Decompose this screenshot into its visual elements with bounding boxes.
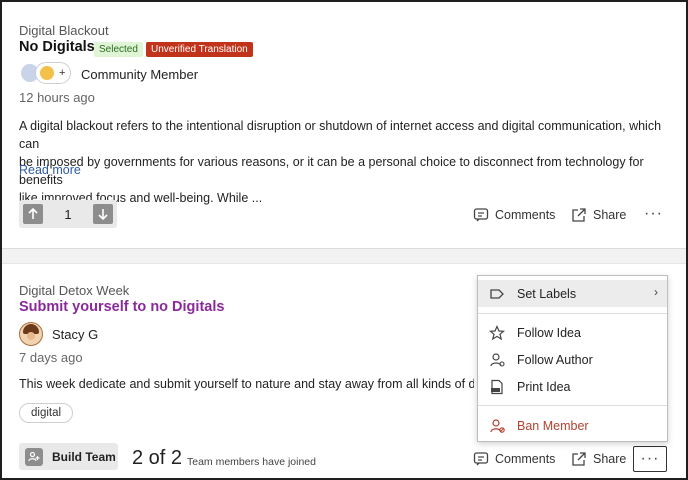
menu-divider: [478, 405, 667, 406]
share-label: Share: [593, 452, 627, 466]
build-team-button[interactable]: Build Team: [19, 443, 118, 470]
menu-item-label: Set Labels: [517, 286, 577, 301]
share-label: Share: [593, 208, 627, 222]
app-frame: Digital Blackout No Digitals Selected Un…: [0, 0, 688, 480]
chevron-right-icon: ›: [654, 285, 658, 299]
idea-body: A digital blackout refers to the intenti…: [19, 117, 669, 207]
menu-item-label: Follow Author: [517, 352, 593, 367]
vote-widget: 1: [19, 200, 117, 228]
follow-user-icon: [488, 351, 506, 369]
more-options-menu: Set Labels › Follow Idea Follow Author P…: [477, 275, 668, 442]
ban-user-icon: [488, 417, 506, 435]
upvote-button[interactable]: [23, 204, 43, 224]
team-count: 2 of 2: [132, 447, 183, 469]
idea-category[interactable]: Digital Blackout: [19, 23, 109, 38]
idea-title[interactable]: Submit yourself to no Digitals: [19, 299, 224, 315]
share-button[interactable]: Share: [571, 451, 626, 467]
menu-item-label: Print Idea: [517, 379, 571, 394]
author-row: Stacy G: [19, 322, 98, 346]
comment-icon: [473, 452, 489, 466]
menu-item-follow-author[interactable]: Follow Author: [478, 346, 667, 373]
more-options-button[interactable]: ···: [644, 205, 663, 223]
menu-item-set-labels[interactable]: Set Labels ›: [478, 280, 667, 307]
downvote-button[interactable]: [92, 204, 113, 224]
comments-button[interactable]: Comments: [473, 451, 555, 467]
tag-chip[interactable]: digital: [19, 403, 74, 423]
build-team-label: Build Team: [52, 449, 116, 464]
comment-icon: [473, 208, 489, 222]
idea-title[interactable]: No Digitals: [19, 39, 95, 55]
idea-body-line: be imposed by governments for various re…: [19, 155, 644, 187]
star-icon: [488, 324, 506, 342]
comments-label: Comments: [495, 452, 556, 466]
avatar[interactable]: [19, 322, 43, 346]
idea-category[interactable]: Digital Detox Week: [19, 283, 129, 298]
menu-item-label: Follow Idea: [517, 325, 581, 340]
label-icon: [488, 285, 506, 303]
unverified-translation-badge: Unverified Translation: [146, 42, 253, 57]
avatar-group[interactable]: +: [19, 62, 73, 86]
reaction-pill[interactable]: +: [35, 62, 71, 84]
comments-button[interactable]: Comments: [473, 207, 555, 223]
read-more-link[interactable]: Read more: [19, 163, 81, 177]
share-button[interactable]: Share: [571, 207, 626, 223]
post-time: 12 hours ago: [19, 90, 95, 105]
author-row: + Community Member: [19, 62, 198, 86]
comments-label: Comments: [495, 208, 556, 222]
clap-icon: [40, 66, 54, 80]
team-status-text: Team members have joined: [187, 456, 316, 468]
more-options-button[interactable]: ···: [633, 446, 667, 472]
idea-card-1: Digital Blackout No Digitals Selected Un…: [2, 2, 686, 248]
plus-icon: +: [59, 67, 66, 79]
share-icon: [572, 208, 586, 222]
author-name[interactable]: Stacy G: [52, 327, 98, 342]
arrow-up-icon: [28, 208, 38, 219]
arrow-down-icon: [98, 209, 108, 220]
share-icon: [572, 452, 586, 466]
post-time: 7 days ago: [19, 350, 83, 365]
team-icon: [25, 447, 43, 466]
menu-divider: [478, 313, 667, 314]
author-name[interactable]: Community Member: [81, 67, 198, 82]
menu-item-ban-member[interactable]: Ban Member: [478, 412, 667, 439]
idea-body-line: A digital blackout refers to the intenti…: [19, 119, 662, 151]
idea-body: This week dedicate and submit yourself t…: [19, 377, 474, 391]
pdf-icon: [488, 378, 506, 396]
vote-count: 1: [64, 206, 72, 222]
selected-badge: Selected: [94, 42, 143, 57]
card-separator: [2, 248, 686, 264]
menu-item-print-idea[interactable]: Print Idea: [478, 373, 667, 400]
menu-item-label: Ban Member: [517, 418, 589, 433]
menu-item-follow-idea[interactable]: Follow Idea: [478, 319, 667, 346]
